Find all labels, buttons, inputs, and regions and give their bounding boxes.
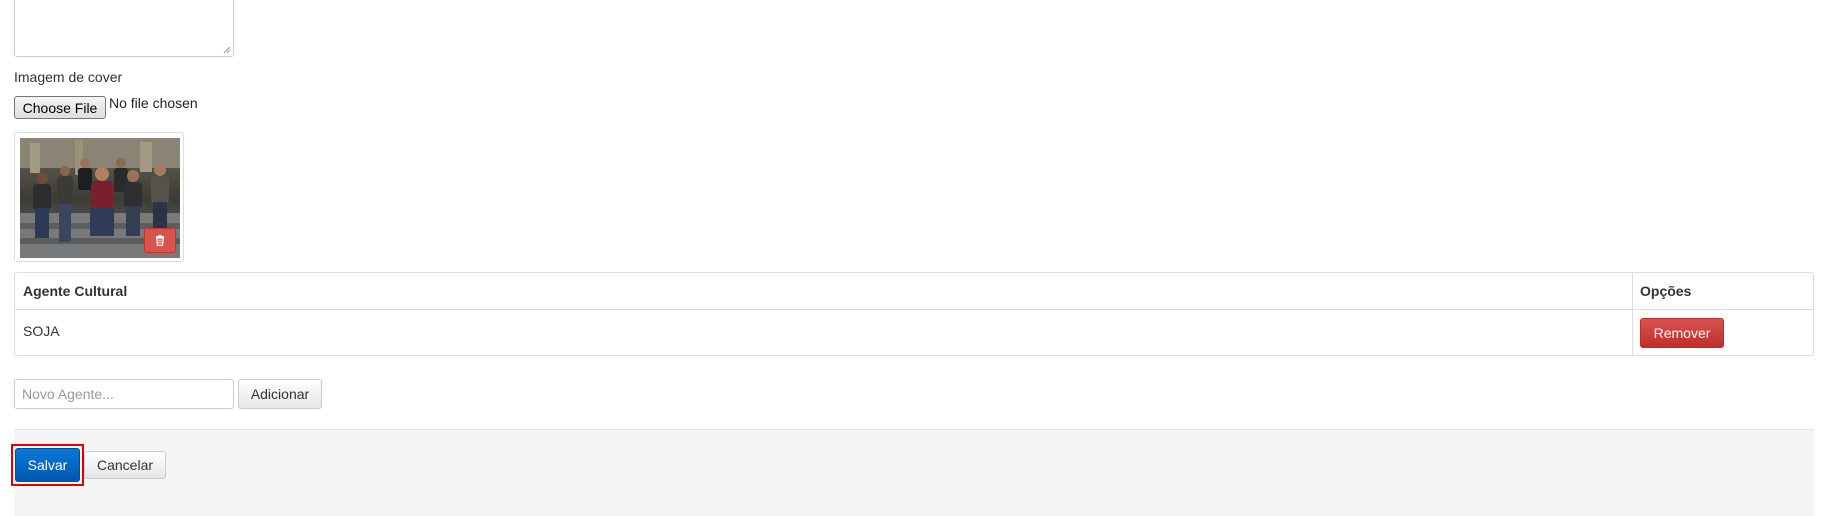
agent-name-cell: SOJA bbox=[23, 323, 60, 339]
resize-grip-icon[interactable] bbox=[223, 46, 231, 54]
save-button[interactable]: Salvar bbox=[15, 448, 80, 482]
cover-image-label: Imagem de cover bbox=[14, 69, 123, 85]
cover-thumbnail bbox=[14, 132, 184, 262]
description-textarea[interactable] bbox=[14, 0, 234, 57]
add-agent-button[interactable]: Adicionar bbox=[238, 379, 322, 409]
file-status-text: No file chosen bbox=[109, 95, 198, 111]
table-header-row: Agente Cultural Opções bbox=[15, 273, 1813, 310]
cancel-button[interactable]: Cancelar bbox=[84, 451, 166, 479]
column-divider bbox=[1632, 273, 1633, 355]
column-header-options: Opções bbox=[1640, 283, 1692, 299]
agents-table: Agente Cultural Opções SOJA Remover bbox=[14, 272, 1814, 356]
column-header-agent: Agente Cultural bbox=[23, 283, 128, 299]
trash-icon bbox=[156, 235, 164, 246]
table-row: SOJA Remover bbox=[15, 310, 1813, 355]
delete-cover-button[interactable] bbox=[144, 228, 176, 253]
new-agent-input[interactable]: Novo Agente... bbox=[14, 379, 234, 409]
form-actions-bar bbox=[14, 429, 1814, 516]
choose-file-button[interactable]: Choose File bbox=[14, 96, 106, 119]
new-agent-placeholder: Novo Agente... bbox=[22, 386, 114, 402]
remove-agent-button[interactable]: Remover bbox=[1640, 318, 1724, 348]
